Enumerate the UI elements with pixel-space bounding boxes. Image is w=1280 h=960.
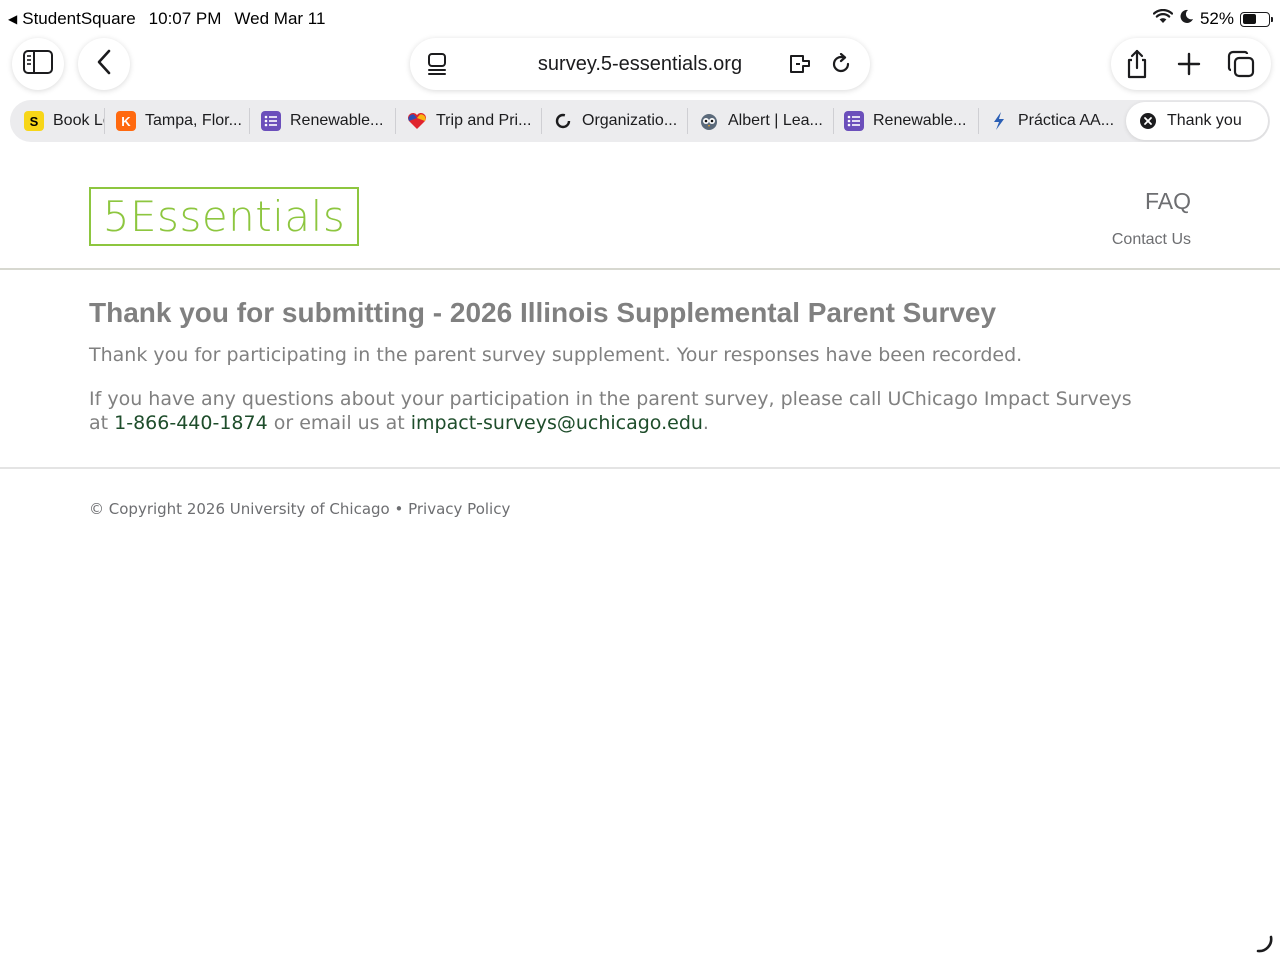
back-to-app-icon[interactable]: ◀ bbox=[8, 12, 17, 26]
tab-overview-icon[interactable] bbox=[1227, 50, 1255, 78]
tab-renewable-2[interactable]: Renewable... bbox=[844, 100, 978, 142]
email-link[interactable]: impact-surveys@uchicago.edu bbox=[411, 412, 703, 434]
logo-text: 5Essentials bbox=[102, 192, 346, 241]
tab-tampa[interactable]: K Tampa, Flor... bbox=[116, 100, 248, 142]
extension-icon[interactable] bbox=[788, 51, 814, 77]
toolbar-actions bbox=[1111, 38, 1271, 90]
scribd-s-icon: S bbox=[24, 111, 44, 131]
tab-label: Renewable... bbox=[873, 112, 967, 129]
phone-link[interactable]: 1-866-440-1874 bbox=[114, 412, 268, 434]
back-app-label[interactable]: StudentSquare bbox=[22, 9, 135, 29]
tab-strip: S Book Lo K Tampa, Flor... Renewable... … bbox=[10, 100, 1270, 142]
contact-us-link[interactable]: Contact Us bbox=[1112, 231, 1191, 249]
tab-book-lo[interactable]: S Book Lo bbox=[24, 100, 104, 142]
status-right: 52% bbox=[1152, 8, 1273, 29]
header-divider bbox=[0, 268, 1280, 270]
privacy-policy-link[interactable]: Privacy Policy bbox=[408, 500, 510, 518]
moon-icon bbox=[1179, 9, 1194, 29]
wifi-icon bbox=[1152, 8, 1174, 29]
confirmation-text: Thank you for participating in the paren… bbox=[89, 344, 1023, 366]
faq-link[interactable]: FAQ bbox=[1145, 188, 1191, 215]
tab-label: Book Lo bbox=[53, 112, 104, 129]
footer: © Copyright 2026 University of Chicago •… bbox=[89, 500, 510, 518]
form-list-icon bbox=[844, 111, 864, 131]
sidebar-toggle-button[interactable] bbox=[12, 38, 64, 90]
albert-owl-icon bbox=[699, 111, 719, 131]
contact-info-text: If you have any questions about your par… bbox=[89, 387, 1149, 435]
chevron-left-icon bbox=[96, 49, 112, 80]
battery-icon bbox=[1240, 11, 1273, 27]
bolt-logo-icon bbox=[989, 111, 1009, 131]
tab-thank-you[interactable]: Thank you bbox=[1126, 102, 1268, 140]
status-date: Wed Mar 11 bbox=[234, 9, 326, 28]
new-tab-icon[interactable] bbox=[1175, 50, 1203, 78]
loading-spinner-icon bbox=[1254, 934, 1274, 954]
tab-label: Renewable... bbox=[290, 112, 384, 129]
southwest-heart-icon bbox=[407, 111, 427, 131]
tab-label: Thank you bbox=[1167, 112, 1242, 129]
main-content: Thank you for submitting - 2026 Illinois… bbox=[89, 296, 1199, 435]
battery-fill bbox=[1242, 14, 1256, 24]
tab-trip[interactable]: Trip and Pri... bbox=[407, 100, 541, 142]
back-button[interactable] bbox=[78, 38, 130, 90]
status-left: ◀ StudentSquare 10:07 PM Wed Mar 11 bbox=[8, 9, 325, 29]
page-title: Thank you for submitting - 2026 Illinois… bbox=[89, 297, 997, 328]
kayak-k-icon: K bbox=[116, 111, 136, 131]
reload-icon[interactable] bbox=[828, 51, 854, 77]
status-bar: ◀ StudentSquare 10:07 PM Wed Mar 11 52% bbox=[0, 0, 1280, 38]
tab-label: Albert | Lea... bbox=[728, 112, 823, 129]
close-tab-icon[interactable] bbox=[1138, 111, 1158, 131]
sidebar-icon bbox=[23, 49, 53, 79]
tab-label: Tampa, Flor... bbox=[145, 112, 242, 129]
tab-organization[interactable]: Organizatio... bbox=[553, 100, 687, 142]
battery-percent: 52% bbox=[1199, 9, 1234, 28]
logo-5essentials[interactable]: 5Essentials bbox=[89, 187, 359, 246]
form-list-icon bbox=[261, 111, 281, 131]
copyright-text: © Copyright 2026 University of Chicago bbox=[89, 500, 390, 518]
contact-info-middle: or email us at bbox=[267, 412, 411, 434]
tab-practica[interactable]: Práctica AA... bbox=[989, 100, 1123, 142]
tab-renewable-1[interactable]: Renewable... bbox=[261, 100, 395, 142]
tab-albert[interactable]: Albert | Lea... bbox=[699, 100, 833, 142]
address-bar[interactable]: survey.5-essentials.org bbox=[410, 38, 870, 90]
tab-label: Trip and Pri... bbox=[436, 112, 532, 129]
contact-info-end: . bbox=[702, 412, 709, 434]
status-time: 10:07 PM bbox=[148, 9, 222, 28]
tab-label: Organizatio... bbox=[582, 112, 678, 129]
tab-label: Práctica AA... bbox=[1018, 112, 1115, 129]
footer-divider bbox=[0, 467, 1280, 469]
footer-separator: • bbox=[389, 500, 409, 518]
ring-logo-icon bbox=[553, 111, 573, 131]
share-icon[interactable] bbox=[1123, 49, 1151, 79]
